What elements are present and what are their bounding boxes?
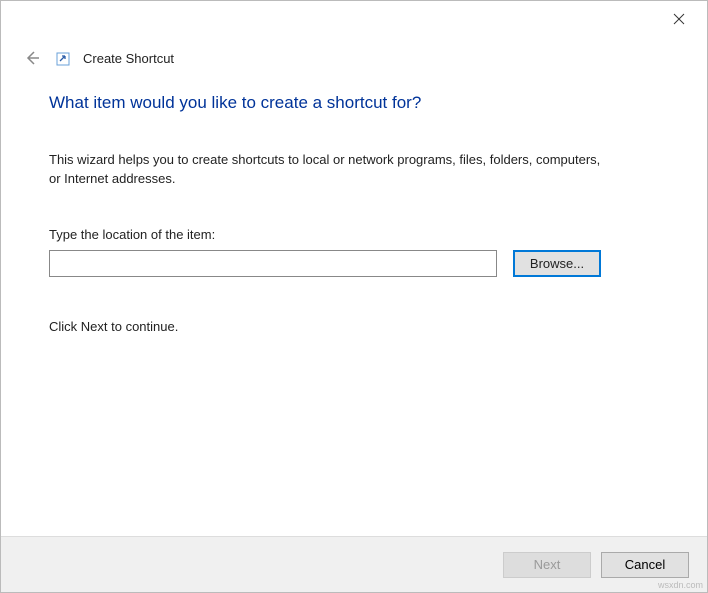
description-text: This wizard helps you to create shortcut… bbox=[49, 151, 609, 189]
close-button[interactable] bbox=[659, 5, 699, 33]
header-row: Create Shortcut bbox=[1, 35, 707, 69]
titlebar bbox=[1, 1, 707, 35]
wizard-title: Create Shortcut bbox=[83, 51, 174, 66]
location-row: Browse... bbox=[49, 250, 659, 277]
shortcut-icon bbox=[55, 51, 71, 67]
continue-text: Click Next to continue. bbox=[49, 319, 659, 334]
wizard-window: Create Shortcut What item would you like… bbox=[0, 0, 708, 593]
content-area: What item would you like to create a sho… bbox=[1, 69, 707, 536]
back-arrow-icon bbox=[24, 50, 40, 66]
cancel-button[interactable]: Cancel bbox=[601, 552, 689, 578]
footer: Next Cancel bbox=[1, 536, 707, 592]
back-button[interactable] bbox=[21, 47, 43, 69]
browse-button[interactable]: Browse... bbox=[513, 250, 601, 277]
location-input[interactable] bbox=[49, 250, 497, 277]
close-icon bbox=[673, 13, 685, 25]
main-heading: What item would you like to create a sho… bbox=[49, 93, 659, 113]
location-label: Type the location of the item: bbox=[49, 227, 659, 242]
next-button: Next bbox=[503, 552, 591, 578]
